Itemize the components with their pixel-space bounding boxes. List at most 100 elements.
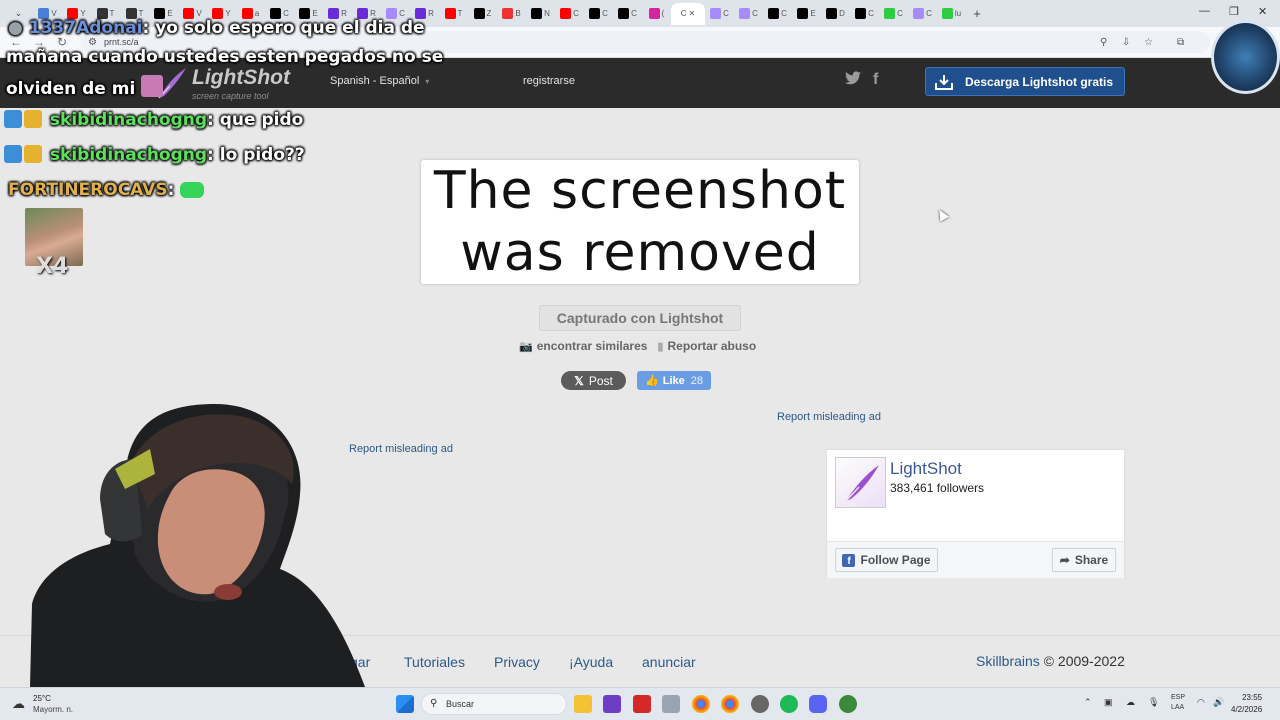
close-window-button[interactable]: ✕: [1258, 5, 1267, 18]
volume-icon[interactable]: 🔊: [1213, 697, 1224, 708]
fb-like-button[interactable]: 👍 Like 28: [637, 371, 711, 390]
search-icon: ⚲: [430, 698, 438, 709]
footer-link-tutorials[interactable]: Tutoriales: [404, 654, 465, 670]
windows-start-icon[interactable]: [396, 695, 414, 713]
taskbar-search[interactable]: ⚲ Buscar: [421, 693, 567, 715]
browser-tab[interactable]: C: [908, 3, 937, 25]
tab-favicon-icon: [502, 8, 514, 19]
chat-message: skibidinachogng: que pido: [4, 110, 303, 130]
share-button[interactable]: ➦ Share: [1052, 548, 1116, 572]
logo-subtitle: screen capture tool: [192, 91, 269, 101]
browser-tab[interactable]: E: [792, 3, 821, 25]
tab-label: Z: [486, 9, 492, 18]
x-post-button[interactable]: 𝕏 Post: [561, 371, 626, 390]
extensions-icon[interactable]: ⧉: [1177, 37, 1184, 48]
browser-tab[interactable]: C: [879, 3, 908, 25]
tab-favicon-icon: [826, 8, 838, 19]
lang-top: ESP: [1171, 694, 1186, 701]
sticker-icon: [141, 75, 164, 97]
xbox-icon[interactable]: [839, 695, 857, 713]
chat-message: skibidinachogng: lo pido??: [4, 145, 305, 165]
system-clock[interactable]: 23:55 4/2/2026: [1231, 692, 1262, 716]
browser-tab[interactable]: C: [555, 3, 584, 25]
zoom-icon[interactable]: ⚲: [1100, 37, 1107, 48]
fb-page-avatar[interactable]: [835, 457, 886, 508]
fb-page-name[interactable]: LightShot: [890, 459, 962, 479]
new-tab-button[interactable]: +: [966, 6, 988, 21]
tab-label: E: [810, 9, 816, 18]
tab-label: E: [312, 9, 318, 18]
app-icon[interactable]: [751, 695, 769, 713]
browser-tab[interactable]: C: [613, 3, 642, 25]
browser-tab[interactable]: C: [850, 3, 879, 25]
report-misleading-ad-link[interactable]: Report misleading ad: [777, 411, 881, 423]
mouse-cursor: [934, 207, 950, 222]
minimize-button[interactable]: —: [1199, 5, 1210, 17]
report-abuse-label: Reportar abuso: [667, 339, 757, 353]
facebook-icon[interactable]: f: [873, 71, 878, 89]
office-icon[interactable]: [633, 695, 651, 713]
tab-favicon-icon: [941, 8, 953, 19]
wifi-icon[interactable]: ◠: [1197, 697, 1205, 708]
chat-username: skibidinachogng: [49, 145, 208, 165]
browser-tab[interactable]: C: [705, 3, 734, 25]
browser-tab[interactable]: D: [821, 3, 850, 25]
microphone-icon[interactable]: 🎙: [1148, 697, 1159, 708]
share-label: Share: [1074, 553, 1109, 567]
tab-label: E: [167, 9, 173, 18]
bookmark-star-icon[interactable]: ☆: [1144, 37, 1153, 48]
tab-favicon-icon: [531, 8, 543, 19]
chat-username: skibidinachogng: [49, 110, 208, 130]
follow-page-button[interactable]: f Follow Page: [835, 548, 938, 572]
download-button[interactable]: Descarga Lightshot gratis: [925, 67, 1125, 96]
language-selector[interactable]: Spanish - Español ▾: [330, 75, 429, 87]
tab-label: T: [109, 9, 115, 18]
chrome-icon[interactable]: [721, 695, 739, 713]
weather-icon: ☁: [12, 696, 25, 711]
browser-tab[interactable]: T: [439, 3, 468, 25]
browser-tab[interactable]: C: [734, 3, 763, 25]
app-icon[interactable]: [603, 695, 621, 713]
spotify-icon[interactable]: [780, 695, 798, 713]
browser-tab[interactable]: lu: [937, 3, 966, 25]
weather-widget[interactable]: ☁ 25°C Mayorm. n.: [12, 692, 82, 716]
report-abuse-link[interactable]: ▮ Reportar abuso: [657, 339, 756, 353]
address-url: prnt.sc/a: [104, 37, 139, 47]
maximize-button[interactable]: ❐: [1229, 5, 1239, 18]
browser-tab[interactable]: Z: [468, 3, 497, 25]
fb-followers: 383,461 followers: [890, 481, 985, 495]
moderator-badge-icon: [4, 145, 22, 163]
tab-label: R: [341, 9, 347, 18]
footer-link-privacy[interactable]: Privacy: [494, 654, 540, 670]
browser-tab[interactable]: B: [497, 3, 526, 25]
footer-link-help[interactable]: ¡Ayuda: [569, 654, 613, 670]
browser-tab[interactable]: C: [584, 3, 613, 25]
clipboard-icon: ▮: [657, 341, 664, 353]
tray-chevron-icon[interactable]: ⌃: [1084, 697, 1092, 708]
skillbrains-link[interactable]: Skillbrains: [976, 653, 1040, 669]
chat-text: : que pido: [207, 110, 304, 130]
find-similar-link[interactable]: 📷 encontrar similares: [519, 339, 647, 353]
tab-favicon-icon: [710, 8, 722, 19]
store-icon[interactable]: [662, 695, 680, 713]
chrome-icon[interactable]: [692, 695, 710, 713]
weather-temp: 25°C: [33, 694, 51, 703]
register-link[interactable]: registrarse: [523, 75, 575, 87]
facebook-icon: f: [842, 553, 856, 567]
browser-tab[interactable]: (: [642, 3, 671, 25]
discord-icon[interactable]: [809, 695, 827, 713]
browser-tab[interactable]: N: [526, 3, 555, 25]
windows-taskbar: ☁ 25°C Mayorm. n. ⚲ Buscar ⌃ ▣ ☁ 🎙 ESP LA…: [0, 687, 1280, 720]
twitter-icon[interactable]: [845, 71, 861, 90]
browser-tab[interactable]: C: [763, 3, 792, 25]
footer-link-advertise[interactable]: anunciar: [642, 654, 696, 670]
input-language[interactable]: ESP LAA: [1171, 693, 1185, 713]
tab-label: Y: [225, 9, 231, 18]
close-tab-icon[interactable]: ✕: [689, 9, 696, 18]
tray-cloud-icon[interactable]: ☁: [1126, 697, 1135, 708]
tray-app-icon[interactable]: ▣: [1104, 697, 1113, 708]
install-icon[interactable]: ⇩: [1122, 37, 1130, 48]
browser-tab-active[interactable]: C ✕: [671, 2, 705, 25]
download-label: Descarga Lightshot gratis: [965, 74, 1114, 89]
file-explorer-icon[interactable]: [574, 695, 592, 713]
